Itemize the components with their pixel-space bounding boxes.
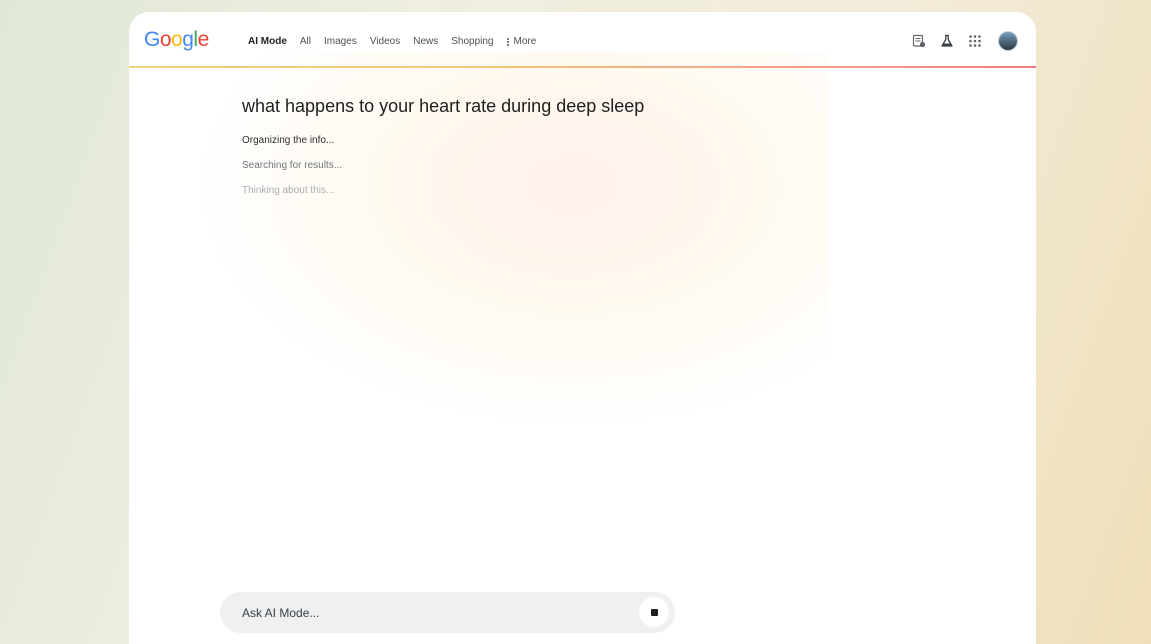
search-query-heading: what happens to your heart rate during d… — [242, 96, 645, 116]
search-tabs: AI Mode All Images Videos News Shopping … — [248, 36, 536, 47]
ask-ai-mode-bar — [220, 592, 675, 633]
tab-shopping[interactable]: Shopping — [451, 36, 493, 47]
google-logo[interactable]: Google — [144, 28, 209, 52]
browser-window: Google AI Mode All Images Videos News Sh… — [129, 12, 1036, 644]
logo-letter: o — [171, 28, 183, 51]
account-avatar[interactable] — [998, 31, 1018, 51]
header-actions — [912, 31, 1018, 51]
apps-grid-icon[interactable] — [968, 34, 982, 48]
tab-images[interactable]: Images — [324, 36, 357, 47]
logo-letter: G — [144, 28, 160, 51]
more-vertical-icon — [506, 37, 509, 46]
tab-all[interactable]: All — [300, 36, 311, 47]
tab-ai-mode[interactable]: AI Mode — [248, 36, 287, 47]
logo-letter: o — [159, 28, 172, 51]
header-gradient-divider — [129, 66, 1036, 68]
status-thinking: Thinking about this... — [242, 185, 335, 196]
stop-button[interactable] — [639, 597, 669, 627]
header: Google AI Mode All Images Videos News Sh… — [129, 12, 1036, 68]
status-organizing: Organizing the info... — [242, 135, 335, 146]
notes-icon[interactable] — [912, 34, 926, 48]
logo-letter: g — [182, 28, 194, 51]
tab-videos[interactable]: Videos — [370, 36, 400, 47]
ask-ai-mode-input[interactable] — [242, 604, 622, 622]
logo-letter: e — [197, 28, 210, 51]
tab-news[interactable]: News — [413, 36, 438, 47]
tab-more[interactable]: More — [506, 36, 537, 47]
labs-flask-icon[interactable] — [940, 34, 954, 48]
status-searching: Searching for results... — [242, 160, 343, 171]
stop-icon — [650, 608, 658, 616]
more-label: More — [513, 36, 537, 47]
